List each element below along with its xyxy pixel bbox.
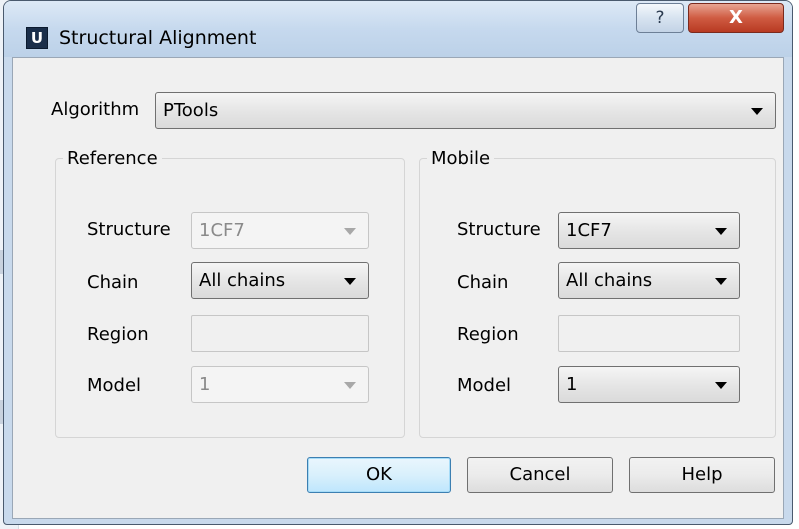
mobile-group-title: Mobile bbox=[427, 148, 495, 169]
reference-structure-value: 1CF7 bbox=[199, 220, 245, 241]
reference-model-select[interactable]: 1 bbox=[191, 366, 369, 403]
reference-structure-select[interactable]: 1CF7 bbox=[191, 212, 369, 249]
reference-chain-select[interactable]: All chains bbox=[191, 262, 369, 299]
mobile-model-value: 1 bbox=[566, 374, 578, 395]
cancel-button[interactable]: Cancel bbox=[467, 457, 613, 493]
close-icon: X bbox=[729, 7, 743, 28]
ok-button[interactable]: OK bbox=[307, 457, 451, 493]
chevron-down-icon bbox=[715, 278, 727, 285]
mobile-model-label: Model bbox=[457, 375, 512, 396]
app-icon: U bbox=[26, 27, 48, 49]
mobile-chain-label: Chain bbox=[457, 272, 509, 293]
chevron-down-icon bbox=[715, 228, 727, 235]
mobile-region-input[interactable] bbox=[558, 315, 740, 352]
structural-alignment-dialog: U Structural Alignment ? X Algorithm PTo… bbox=[3, 0, 793, 525]
chevron-down-icon bbox=[715, 382, 727, 389]
chevron-down-icon bbox=[344, 382, 356, 389]
dialog-client-area: Algorithm PTools Reference Structure 1CF… bbox=[12, 57, 784, 519]
algorithm-select[interactable]: PTools bbox=[155, 92, 776, 129]
mobile-region-label: Region bbox=[457, 324, 519, 345]
algorithm-value: PTools bbox=[163, 100, 219, 121]
algorithm-label: Algorithm bbox=[51, 99, 140, 120]
close-button[interactable]: X bbox=[688, 3, 784, 33]
reference-model-value: 1 bbox=[199, 374, 211, 395]
help-titlebar-button[interactable]: ? bbox=[636, 3, 684, 33]
reference-structure-label: Structure bbox=[87, 219, 171, 240]
question-mark-icon: ? bbox=[655, 8, 665, 28]
reference-region-input[interactable] bbox=[191, 315, 369, 352]
mobile-chain-select[interactable]: All chains bbox=[558, 262, 740, 299]
mobile-structure-select[interactable]: 1CF7 bbox=[558, 212, 740, 249]
reference-region-label: Region bbox=[87, 324, 149, 345]
help-button[interactable]: Help bbox=[629, 457, 775, 493]
chevron-down-icon bbox=[344, 228, 356, 235]
mobile-structure-label: Structure bbox=[457, 219, 541, 240]
reference-chain-value: All chains bbox=[199, 270, 286, 291]
mobile-structure-value: 1CF7 bbox=[566, 220, 612, 241]
dialog-title: Structural Alignment bbox=[59, 27, 257, 49]
title-bar[interactable]: U Structural Alignment ? X bbox=[4, 1, 792, 57]
mobile-model-select[interactable]: 1 bbox=[558, 366, 740, 403]
reference-chain-label: Chain bbox=[87, 272, 139, 293]
reference-model-label: Model bbox=[87, 375, 142, 396]
reference-group-title: Reference bbox=[63, 148, 162, 169]
mobile-chain-value: All chains bbox=[566, 270, 653, 291]
chevron-down-icon bbox=[344, 278, 356, 285]
chevron-down-icon bbox=[751, 108, 763, 115]
